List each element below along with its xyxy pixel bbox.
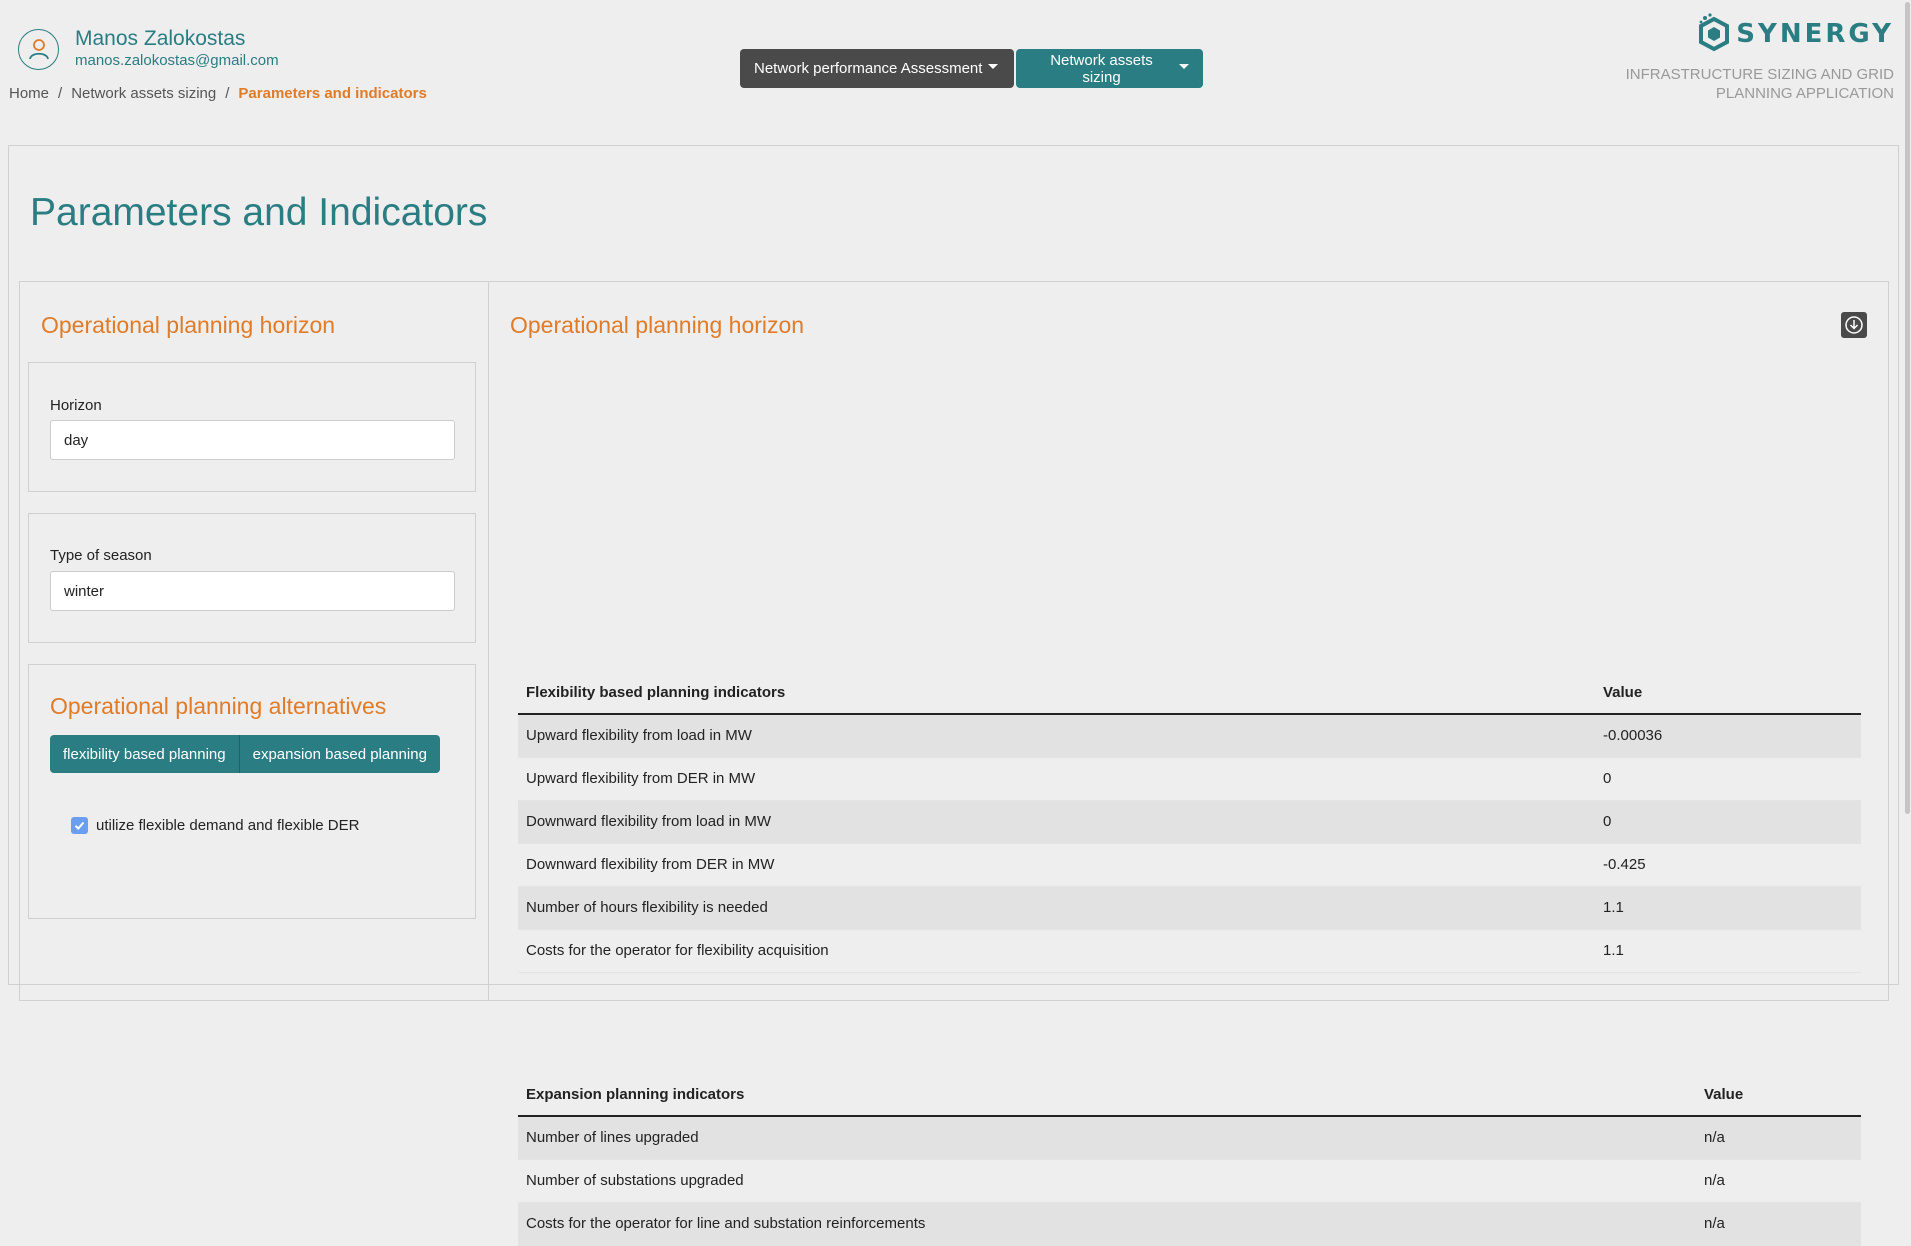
- column-header: Value: [1696, 1073, 1861, 1117]
- indicator-value: -0.00036: [1595, 714, 1861, 758]
- left-panel: Operational planning horizon Horizon Typ…: [19, 281, 488, 1001]
- synergy-logo-icon: [1699, 13, 1730, 52]
- indicator-name: Upward flexibility from DER in MW: [518, 757, 1595, 801]
- breadcrumb-separator: /: [225, 85, 230, 102]
- table-row: Number of lines upgraded n/a: [518, 1116, 1861, 1160]
- checkmark-icon: [74, 821, 85, 830]
- page-title: Parameters and Indicators: [30, 191, 488, 234]
- indicator-name: Upward flexibility from load in MW: [518, 714, 1595, 758]
- table-row: Upward flexibility from load in MW -0.00…: [518, 714, 1861, 758]
- table-row: Costs for the operator for line and subs…: [518, 1202, 1861, 1246]
- right-panel-heading: Operational planning horizon: [510, 312, 805, 338]
- flexible-demand-checkbox-label: utilize flexible demand and flexible DER: [96, 817, 360, 834]
- indicator-value: n/a: [1696, 1159, 1861, 1203]
- flexible-demand-checkbox[interactable]: [71, 817, 88, 834]
- breadcrumb-network-assets-sizing[interactable]: Network assets sizing: [71, 85, 216, 102]
- indicator-value: 1.1: [1595, 929, 1861, 973]
- table-header-row: Expansion planning indicators Value: [518, 1073, 1861, 1117]
- flexibility-based-planning-button[interactable]: flexibility based planning: [50, 735, 240, 773]
- expansion-based-planning-button[interactable]: expansion based planning: [239, 735, 440, 773]
- user-block: Manos Zalokostas manos.zalokostas@gmail.…: [18, 27, 279, 71]
- caret-down-icon: [1179, 64, 1189, 69]
- indicator-name: Downward flexibility from DER in MW: [518, 843, 1595, 887]
- indicator-value: 0: [1595, 800, 1861, 844]
- app-subtitle: INFRASTRUCTURE SIZING AND GRID PLANNING …: [1625, 66, 1894, 102]
- breadcrumb: Home / Network assets sizing / Parameter…: [9, 85, 427, 102]
- alternatives-heading: Operational planning alternatives: [50, 693, 387, 719]
- breadcrumb-separator: /: [58, 85, 63, 102]
- user-email: manos.zalokostas@gmail.com: [75, 52, 279, 69]
- flexible-demand-checkbox-row[interactable]: utilize flexible demand and flexible DER: [71, 817, 359, 834]
- indicator-name: Downward flexibility from load in MW: [518, 800, 1595, 844]
- download-icon: [1845, 316, 1863, 334]
- horizon-label: Horizon: [50, 397, 102, 414]
- top-nav: Network performance Assessment Network a…: [740, 49, 1203, 88]
- horizon-card: Horizon: [28, 362, 476, 492]
- network-performance-dropdown[interactable]: Network performance Assessment: [740, 49, 1014, 88]
- table-row: Upward flexibility from DER in MW 0: [518, 757, 1861, 801]
- indicator-name: Number of substations upgraded: [518, 1159, 1696, 1203]
- indicator-value: 0: [1595, 757, 1861, 801]
- expansion-indicators-table: Expansion planning indicators Value Numb…: [518, 1073, 1861, 1246]
- table-row: Downward flexibility from load in MW 0: [518, 800, 1861, 844]
- indicator-name: Number of hours flexibility is needed: [518, 886, 1595, 930]
- left-panel-heading: Operational planning horizon: [41, 312, 336, 338]
- page-scrollbar[interactable]: [1903, 0, 1911, 970]
- indicator-name: Costs for the operator for line and subs…: [518, 1202, 1696, 1246]
- column-header: Value: [1595, 671, 1861, 715]
- table-row: Downward flexibility from DER in MW -0.4…: [518, 843, 1861, 887]
- user-avatar-icon[interactable]: [18, 28, 59, 70]
- table-header-row: Flexibility based planning indicators Va…: [518, 671, 1861, 715]
- network-assets-sizing-label: Network assets sizing: [1050, 51, 1153, 86]
- logo-text: SYNERGY: [1736, 19, 1894, 49]
- user-name: Manos Zalokostas: [75, 27, 246, 50]
- brand: SYNERGY INFRASTRUCTURE SIZING AND GRID P…: [1554, 12, 1894, 103]
- indicator-value: n/a: [1696, 1202, 1861, 1246]
- season-card: Type of season: [28, 513, 476, 643]
- breadcrumb-current: Parameters and indicators: [238, 85, 427, 102]
- table-row: Costs for the operator for flexibility a…: [518, 929, 1861, 973]
- synergy-logo[interactable]: SYNERGY: [1554, 12, 1894, 56]
- alternatives-card: Operational planning alternatives flexib…: [28, 664, 476, 919]
- planning-alternatives-group: flexibility based planning expansion bas…: [50, 735, 440, 773]
- caret-down-icon: [988, 64, 999, 69]
- table-row: Number of substations upgraded n/a: [518, 1159, 1861, 1203]
- right-panel: Operational planning horizon Flexibility…: [488, 281, 1889, 1246]
- horizon-field[interactable]: [50, 420, 455, 460]
- flexibility-indicators-table: Flexibility based planning indicators Va…: [518, 671, 1861, 973]
- breadcrumb-home[interactable]: Home: [9, 85, 49, 102]
- scrollbar-thumb[interactable]: [1905, 2, 1910, 814]
- app-header: Manos Zalokostas manos.zalokostas@gmail.…: [0, 0, 1911, 140]
- indicator-value: -0.425: [1595, 843, 1861, 887]
- column-header: Flexibility based planning indicators: [518, 671, 1595, 715]
- network-assets-sizing-dropdown[interactable]: Network assets sizing: [1016, 49, 1203, 88]
- season-label: Type of season: [50, 547, 152, 564]
- season-field[interactable]: [50, 571, 455, 611]
- table-row: Number of hours flexibility is needed 1.…: [518, 886, 1861, 930]
- indicator-name: Number of lines upgraded: [518, 1116, 1696, 1160]
- download-button[interactable]: [1841, 312, 1867, 338]
- indicator-name: Costs for the operator for flexibility a…: [518, 929, 1595, 973]
- indicator-value: n/a: [1696, 1116, 1861, 1160]
- column-header: Expansion planning indicators: [518, 1073, 1696, 1117]
- indicator-value: 1.1: [1595, 886, 1861, 930]
- network-performance-label: Network performance Assessment: [754, 60, 983, 77]
- main-card: Parameters and Indicators Operational pl…: [8, 145, 1899, 1246]
